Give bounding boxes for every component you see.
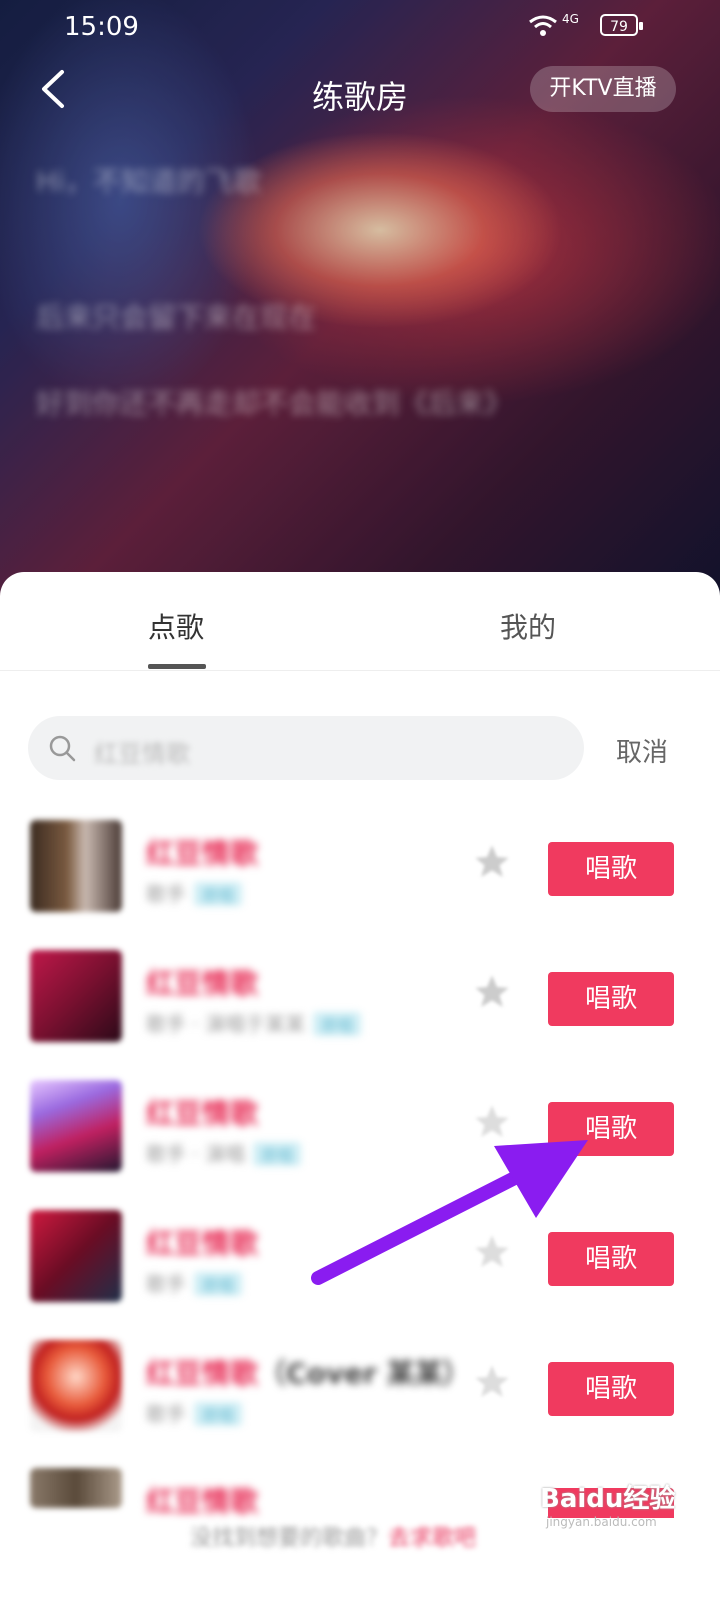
list-item[interactable]: 红豆情歌 歌手 · 演唱 原唱 唱歌 xyxy=(0,1080,720,1210)
favorite-star-icon[interactable] xyxy=(472,1362,512,1402)
song-title: 红豆情歌 xyxy=(146,837,259,870)
song-title: 红豆情歌 xyxy=(146,967,259,1000)
tab-mine[interactable]: 我的 xyxy=(500,606,556,646)
album-cover xyxy=(30,820,122,912)
status-time: 15:09 xyxy=(64,12,139,42)
favorite-star-icon[interactable] xyxy=(472,1102,512,1142)
favorite-star-icon[interactable] xyxy=(472,972,512,1012)
sing-button[interactable]: 唱歌 xyxy=(548,1232,674,1286)
lyric-line-2: 后来只会留下来在现在 xyxy=(36,301,317,334)
song-title: 红豆情歌 xyxy=(146,1485,259,1518)
active-tab-indicator xyxy=(148,664,206,669)
search-icon xyxy=(49,735,76,762)
status-bar: 15:09 4G 79 xyxy=(0,0,720,56)
list-item[interactable]: 红豆情歌 歌手 原唱 唱歌 xyxy=(0,820,720,950)
sing-button[interactable]: 唱歌 xyxy=(548,1102,674,1156)
watermark-logo: Baidu经验 xyxy=(540,1484,676,1514)
cancel-search-button[interactable]: 取消 xyxy=(616,732,668,769)
song-picker-sheet: 点歌 我的 红豆情歌 取消 红豆情歌 歌手 原唱 唱歌 红豆情歌 歌手 · 演唱于… xyxy=(0,572,720,1600)
lyric-line-3: 好到你还不再走却不会能收到《后来》 xyxy=(36,387,513,420)
favorite-star-icon[interactable] xyxy=(472,842,512,882)
song-meta: 歌手 · 演唱于某某 原唱 xyxy=(146,1008,362,1037)
tab-bar: 点歌 我的 xyxy=(0,572,720,671)
album-cover xyxy=(30,1468,122,1508)
album-cover xyxy=(30,1210,122,1302)
song-meta: 歌手 原唱 xyxy=(146,878,243,907)
list-item[interactable]: 红豆情歌（Cover 某某） 歌手 原唱 唱歌 xyxy=(0,1340,720,1470)
sing-button[interactable]: 唱歌 xyxy=(548,1362,674,1416)
album-cover xyxy=(30,950,122,1042)
album-cover xyxy=(30,1340,122,1432)
search-input[interactable]: 红豆情歌 xyxy=(28,716,584,780)
song-title: 红豆情歌 xyxy=(146,1227,259,1260)
request-song-prompt: 没找到想要的歌曲？去求歌吧 xyxy=(190,1526,477,1551)
favorite-star-icon[interactable] xyxy=(472,1232,512,1272)
song-title: 红豆情歌（Cover 某某） xyxy=(146,1357,471,1390)
lyric-line-1: Hi，不知道的飞歌 xyxy=(36,165,261,198)
song-meta: 歌手 原唱 xyxy=(146,1268,243,1297)
song-meta: 歌手 · 演唱 原唱 xyxy=(146,1138,302,1167)
network-type: 4G xyxy=(562,12,579,26)
wifi-icon xyxy=(529,15,557,36)
song-meta: 歌手 原唱 xyxy=(146,1398,243,1427)
baidu-watermark: Baidu经验 jingyan.baidu.com xyxy=(540,1478,675,1529)
battery-icon: 79 xyxy=(600,14,643,36)
song-title: 红豆情歌 xyxy=(146,1097,259,1130)
sing-button[interactable]: 唱歌 xyxy=(548,972,674,1026)
list-item[interactable]: 红豆情歌 歌手 · 演唱于某某 原唱 唱歌 xyxy=(0,950,720,1080)
tab-request-song[interactable]: 点歌 xyxy=(148,606,204,646)
album-cover xyxy=(30,1080,122,1172)
request-song-link[interactable]: 去求歌吧 xyxy=(388,1526,476,1551)
watermark-url: jingyan.baidu.com xyxy=(546,1515,657,1529)
sing-button[interactable]: 唱歌 xyxy=(548,842,674,896)
search-query: 红豆情歌 xyxy=(94,740,190,768)
start-ktv-live-button[interactable]: 开KTV直播 xyxy=(530,66,676,112)
list-item[interactable]: 红豆情歌 歌手 原唱 唱歌 xyxy=(0,1210,720,1340)
